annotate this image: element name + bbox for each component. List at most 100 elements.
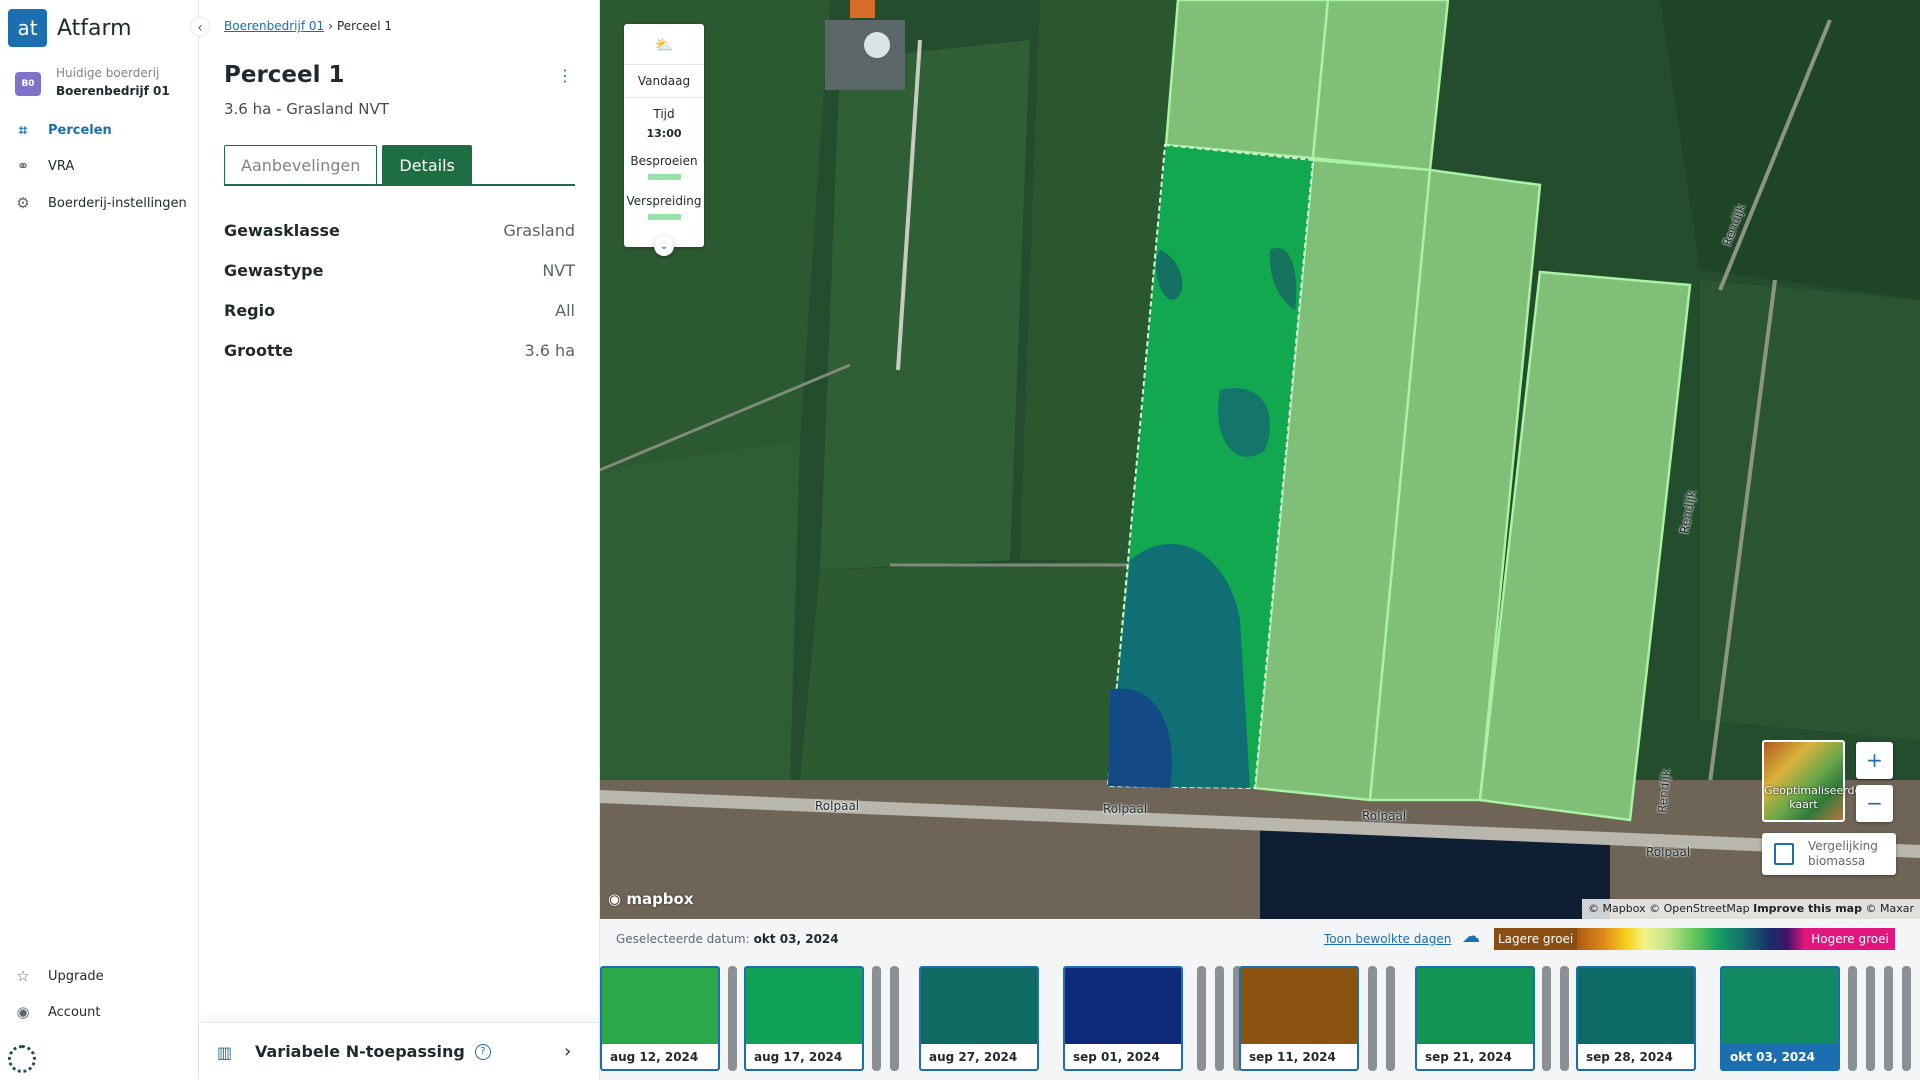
improve-map-link[interactable]: Improve this map (1753, 902, 1862, 915)
date-label: okt 03, 2024 (1730, 1050, 1815, 1064)
timeline-tick[interactable] (1560, 966, 1569, 1071)
fields-icon: ⌗ (18, 121, 28, 139)
timeline-tick[interactable] (872, 966, 881, 1071)
nav-item-percelen[interactable]: ⌗ Percelen (14, 121, 112, 139)
date-label: aug 17, 2024 (754, 1050, 843, 1064)
timeline-tick[interactable] (728, 966, 737, 1071)
farm-caption: Huidige boerderij (56, 66, 160, 80)
collapse-sidebar-button[interactable]: ‹ (190, 17, 210, 37)
cloud-icon[interactable]: ☁ (1462, 928, 1486, 946)
date-thumbnail[interactable]: sep 01, 2024 (1063, 966, 1183, 1071)
spray-label: Besproeien (630, 154, 698, 168)
breadcrumb: Boerenbedrijf 01 › Perceel 1 (224, 19, 392, 33)
nav-item-upgrade[interactable]: ☆ Upgrade (14, 967, 104, 985)
weather-day[interactable]: Vandaag (624, 64, 704, 98)
partly-cloudy-icon: ⛅ (654, 36, 674, 54)
map-attribution: © Mapbox © OpenStreetMap Improve this ma… (1582, 899, 1920, 919)
tab-aanbevelingen[interactable]: Aanbevelingen (224, 145, 378, 184)
more-options-icon[interactable]: ⋮ (557, 66, 573, 86)
date-thumbnail-selected[interactable]: okt 03, 2024 (1720, 966, 1840, 1071)
nav-item-label: Percelen (48, 122, 112, 138)
farm-avatar: B0 (15, 72, 41, 96)
breadcrumb-current: Perceel 1 (336, 19, 392, 33)
compare-biomass-label: Vergelijking biomassa (1808, 839, 1878, 868)
nav-item-label: Account (48, 1004, 101, 1020)
help-icon[interactable]: ? (474, 1043, 491, 1060)
breadcrumb-farm-link[interactable]: Boerenbedrijf 01 (224, 19, 324, 33)
chevron-right-icon: › (564, 1041, 572, 1062)
timeline-tick[interactable] (1368, 966, 1377, 1071)
timeline-tick[interactable] (1884, 966, 1893, 1071)
detail-value: NVT (542, 260, 575, 280)
compare-biomass-button[interactable]: Vergelijking biomassa (1762, 833, 1896, 875)
spread-indicator (647, 214, 681, 220)
detail-key: Gewastype (224, 260, 324, 280)
detail-row: Gewasklasse Grasland (224, 210, 575, 250)
date-label: aug 27, 2024 (929, 1050, 1018, 1064)
timeline-tick[interactable] (1386, 966, 1395, 1071)
date-thumbnail[interactable]: aug 12, 2024 (600, 966, 720, 1071)
date-thumbnail[interactable]: aug 27, 2024 (919, 966, 1039, 1071)
selected-date: okt 03, 2024 (753, 932, 839, 946)
account-icon: ◉ (16, 1003, 30, 1021)
date-thumbnail[interactable]: sep 21, 2024 (1415, 966, 1535, 1071)
date-label: sep 11, 2024 (1249, 1050, 1336, 1064)
date-thumbnail[interactable]: aug 17, 2024 (744, 966, 864, 1071)
detail-key: Regio (224, 300, 276, 320)
variable-n-application-bar[interactable]: ▥ Variabele N-toepassing ? › (200, 1022, 600, 1080)
chevron-down-icon[interactable]: ⌄ (654, 236, 674, 256)
ndvi-preview (921, 968, 1037, 1044)
field-subtitle: 3.6 ha - Grasland NVT (224, 100, 389, 118)
date-label: aug 12, 2024 (610, 1050, 699, 1064)
weather-time: 13:00 (646, 127, 682, 140)
sidebar-nav: at Atfarm B0 Huidige boerderij Boerenbed… (0, 0, 199, 1080)
mapbox-logo[interactable]: ◉ mapbox (608, 890, 694, 908)
zoom-out-button[interactable]: − (1856, 785, 1893, 822)
nav-item-label: Boerderij-instellingen (48, 195, 187, 211)
ndvi-preview (1417, 968, 1533, 1044)
timeline-tick[interactable] (1848, 966, 1857, 1071)
help-logo-icon[interactable] (8, 1045, 36, 1073)
timeline-tick[interactable] (1866, 966, 1875, 1071)
tab-bar: Aanbevelingen Details (224, 145, 575, 186)
detail-key: Grootte (224, 340, 294, 360)
date-thumbnail[interactable]: sep 11, 2024 (1239, 966, 1359, 1071)
date-label: sep 28, 2024 (1586, 1050, 1673, 1064)
date-label: sep 01, 2024 (1073, 1050, 1160, 1064)
map-canvas (600, 0, 1920, 919)
ndvi-preview (1241, 968, 1357, 1044)
timeline-tick[interactable] (1197, 966, 1206, 1071)
timeline-tick[interactable] (890, 966, 899, 1071)
timeline-tick[interactable] (1902, 966, 1911, 1071)
ndvi-preview (1578, 968, 1694, 1044)
map-icon: ▥ (217, 1042, 233, 1062)
zoom-in-button[interactable]: + (1856, 742, 1893, 779)
selected-date-line: Geselecteerde datum: okt 03, 2024 (616, 932, 839, 946)
star-icon: ☆ (16, 967, 30, 985)
variable-n-label: Variabele N-toepassing (255, 1042, 465, 1061)
tab-details[interactable]: Details (382, 145, 472, 184)
gear-icon: ⚙ (16, 194, 30, 212)
timeline-tick[interactable] (1215, 966, 1224, 1071)
detail-key: Gewasklasse (224, 220, 340, 240)
satellite-map[interactable]: Rolpaal Rolpaal Rolpaal Rolpaal Rendijk … (600, 0, 1920, 919)
optimized-map-toggle[interactable]: Geoptimaliseerde kaart (1762, 740, 1861, 822)
legend-high-label: Hogere groei (1805, 928, 1895, 950)
legend-gradient (1577, 928, 1806, 950)
road-label: Rolpaal (815, 799, 860, 813)
brand[interactable]: at Atfarm (8, 9, 132, 47)
timeline-tick[interactable] (1542, 966, 1551, 1071)
farm-switcher[interactable]: B0 Huidige boerderij Boerenbedrijf 01 (15, 66, 170, 98)
nav-item-label: Upgrade (48, 968, 104, 984)
growth-legend: Lagere groei Hogere groei (1494, 928, 1895, 950)
farm-name: Boerenbedrijf 01 (56, 84, 170, 98)
legend-low-label: Lagere groei (1494, 928, 1578, 950)
nav-item-account[interactable]: ◉ Account (14, 1003, 101, 1021)
nav-item-farm-settings[interactable]: ⚙ Boerderij-instellingen (14, 194, 187, 212)
nav-item-vra[interactable]: ⚭ VRA (14, 157, 75, 175)
app-name: Atfarm (57, 15, 132, 41)
show-cloudy-days-link[interactable]: Toon bewolkte dagen (1324, 932, 1451, 946)
imagery-timeline: Geselecteerde datum: okt 03, 2024 Toon be… (600, 919, 1920, 1080)
vra-icon: ⚭ (16, 157, 30, 175)
date-thumbnail[interactable]: sep 28, 2024 (1576, 966, 1696, 1071)
